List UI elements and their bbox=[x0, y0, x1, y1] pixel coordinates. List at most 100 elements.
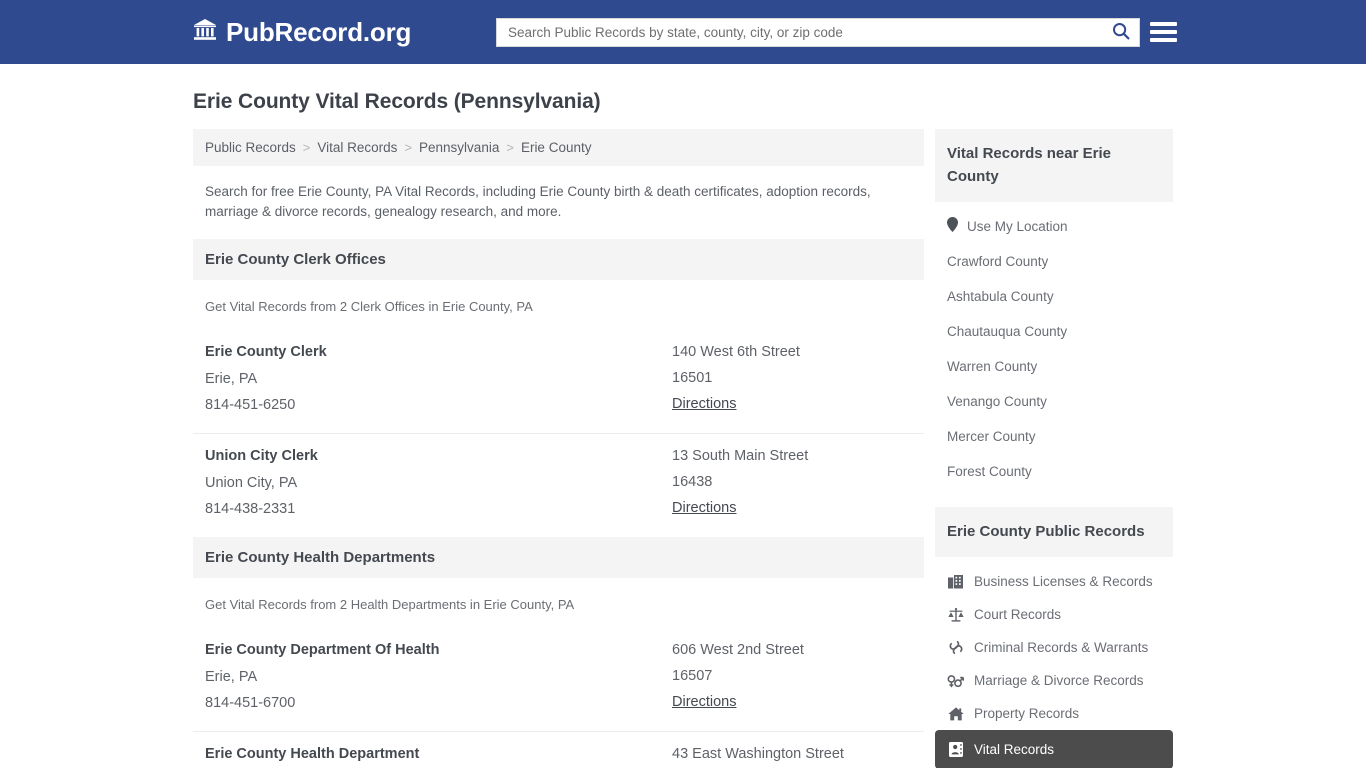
search-button[interactable] bbox=[1103, 19, 1139, 46]
directions-link[interactable]: Directions bbox=[672, 391, 736, 417]
sidebar-nearby-list: Use My Location Crawford County Ashtabul… bbox=[935, 202, 1173, 489]
sidebar-item-label: Criminal Records & Warrants bbox=[974, 640, 1149, 655]
sidebar-item-court-records[interactable]: Court Records bbox=[935, 598, 1173, 631]
sidebar-item-marriage-divorce[interactable]: Marriage & Divorce Records bbox=[935, 664, 1173, 697]
search-bar bbox=[496, 18, 1140, 47]
breadcrumb-item-vital-records[interactable]: Vital Records bbox=[317, 140, 397, 155]
breadcrumb-separator: > bbox=[506, 140, 514, 155]
sidebar-item-crawford-county[interactable]: Crawford County bbox=[935, 244, 1173, 279]
sidebar-item-label: Ashtabula County bbox=[947, 289, 1054, 304]
page-container: Erie County Vital Records (Pennsylvania)… bbox=[0, 90, 1366, 768]
briefcase-icon bbox=[947, 574, 964, 589]
sidebar-nearby-heading: Vital Records near Erie County bbox=[935, 129, 1173, 202]
entry-details: Erie County Health Department Corry, PA … bbox=[205, 741, 672, 768]
entry-name: Erie County Department Of Health bbox=[205, 642, 440, 658]
section-subtitle: Get Vital Records from 2 Health Departme… bbox=[205, 597, 575, 612]
table-row: Erie County Health Department Corry, PA … bbox=[193, 732, 924, 768]
sidebar-item-forest-county[interactable]: Forest County bbox=[935, 454, 1173, 489]
entry-street: 13 South Main Street bbox=[672, 448, 809, 464]
section-subtitle: Get Vital Records from 2 Clerk Offices i… bbox=[205, 299, 533, 314]
entry-name: Erie County Clerk bbox=[205, 344, 327, 360]
directions-link[interactable]: Directions bbox=[672, 689, 736, 715]
entry-zip: 16501 bbox=[672, 370, 713, 386]
sidebar-item-criminal-records[interactable]: Criminal Records & Warrants bbox=[935, 631, 1173, 664]
section-heading: Erie County Clerk Offices bbox=[193, 239, 924, 280]
menu-bar-1 bbox=[1150, 22, 1177, 26]
gender-symbols-icon bbox=[947, 674, 964, 688]
hamburger-menu-icon[interactable] bbox=[1150, 19, 1177, 45]
breadcrumb-separator: > bbox=[404, 140, 413, 155]
content-columns: Public Records > Vital Records > Pennsyl… bbox=[193, 129, 1173, 768]
entry-name: Union City Clerk bbox=[205, 448, 318, 464]
entry-phone: 814-451-6250 bbox=[205, 397, 296, 413]
sidebar-public-records-heading: Erie County Public Records bbox=[935, 507, 1173, 557]
sidebar-item-mercer-county[interactable]: Mercer County bbox=[935, 419, 1173, 454]
sidebar-item-warren-county[interactable]: Warren County bbox=[935, 349, 1173, 384]
sidebar-item-label: Court Records bbox=[974, 607, 1062, 622]
sidebar-item-vital-records[interactable]: Vital Records bbox=[935, 730, 1173, 768]
table-row: Erie County Department Of Health Erie, P… bbox=[193, 628, 924, 732]
sidebar-item-ashtabula-county[interactable]: Ashtabula County bbox=[935, 279, 1173, 314]
sidebar-item-label: Use My Location bbox=[967, 218, 1068, 234]
sidebar-item-label: Forest County bbox=[947, 464, 1032, 479]
sidebar-item-venango-county[interactable]: Venango County bbox=[935, 384, 1173, 419]
sidebar-item-label: Marriage & Divorce Records bbox=[974, 673, 1144, 688]
sidebar-item-label: Vital Records bbox=[974, 742, 1055, 757]
page-title: Erie County Vital Records (Pennsylvania) bbox=[193, 90, 601, 113]
sidebar-item-business-licenses[interactable]: Business Licenses & Records bbox=[935, 565, 1173, 598]
sidebar-item-label: Property Records bbox=[974, 706, 1080, 721]
entry-zip: 16438 bbox=[672, 474, 713, 490]
sidebar-item-label: Venango County bbox=[947, 394, 1047, 409]
scales-of-justice-icon bbox=[947, 607, 964, 622]
sidebar-item-use-my-location[interactable]: Use My Location bbox=[935, 208, 1173, 244]
breadcrumb-item-pennsylvania[interactable]: Pennsylvania bbox=[419, 140, 499, 155]
breadcrumb-separator: > bbox=[302, 140, 311, 155]
home-icon bbox=[947, 706, 964, 721]
id-card-icon bbox=[947, 742, 964, 757]
page-description: Search for free Erie County, PA Vital Re… bbox=[205, 184, 871, 219]
entry-street: 43 East Washington Street bbox=[672, 746, 844, 762]
entry-phone: 814-438-2331 bbox=[205, 501, 296, 517]
map-pin-icon bbox=[947, 217, 958, 235]
breadcrumb: Public Records > Vital Records > Pennsyl… bbox=[193, 129, 924, 166]
sidebar-item-chautauqua-county[interactable]: Chautauqua County bbox=[935, 314, 1173, 349]
sidebar-public-records-list: Business Licenses & Records Court Record… bbox=[935, 557, 1173, 768]
entry-city-state: Erie, PA bbox=[205, 371, 258, 387]
breadcrumb-item-public-records[interactable]: Public Records bbox=[205, 140, 296, 155]
entry-address: 13 South Main Street 16438 Directions bbox=[672, 443, 912, 522]
sidebar-item-label: Mercer County bbox=[947, 429, 1036, 444]
site-header: PubRecord.org bbox=[0, 0, 1366, 64]
brand-logo[interactable]: PubRecord.org bbox=[193, 17, 411, 48]
section-heading: Erie County Health Departments bbox=[193, 537, 924, 578]
menu-bar-3 bbox=[1150, 38, 1177, 42]
bank-icon bbox=[193, 18, 217, 46]
menu-bar-2 bbox=[1150, 30, 1177, 34]
search-input[interactable] bbox=[497, 19, 1103, 46]
search-icon bbox=[1112, 22, 1130, 43]
breadcrumb-item-erie-county: Erie County bbox=[520, 140, 592, 155]
sidebar-item-label: Crawford County bbox=[947, 254, 1049, 269]
entry-address: 140 West 6th Street 16501 Directions bbox=[672, 339, 912, 418]
section-clerk-offices: Erie County Clerk Offices Get Vital Reco… bbox=[193, 239, 924, 537]
sidebar: Vital Records near Erie County Use My Lo… bbox=[935, 129, 1173, 768]
directions-link[interactable]: Directions bbox=[672, 495, 736, 521]
sidebar-item-property-records[interactable]: Property Records bbox=[935, 697, 1173, 730]
entry-city-state: Erie, PA bbox=[205, 669, 258, 685]
entry-name: Erie County Health Department bbox=[205, 746, 420, 762]
table-row: Union City Clerk Union City, PA 814-438-… bbox=[193, 434, 924, 537]
entry-details: Union City Clerk Union City, PA 814-438-… bbox=[205, 443, 672, 522]
main-content: Public Records > Vital Records > Pennsyl… bbox=[193, 129, 924, 768]
entry-city-state: Union City, PA bbox=[205, 475, 298, 491]
entry-address: 606 West 2nd Street 16507 Directions bbox=[672, 637, 912, 716]
sidebar-item-label: Warren County bbox=[947, 359, 1038, 374]
entry-street: 606 West 2nd Street bbox=[672, 642, 804, 658]
entry-street: 140 West 6th Street bbox=[672, 344, 800, 360]
sidebar-item-label: Business Licenses & Records bbox=[974, 574, 1153, 589]
entry-zip: 16507 bbox=[672, 668, 713, 684]
table-row: Erie County Clerk Erie, PA 814-451-6250 … bbox=[193, 330, 924, 434]
chain-link-icon bbox=[947, 640, 964, 655]
section-health-departments: Erie County Health Departments Get Vital… bbox=[193, 537, 924, 768]
entry-details: Erie County Clerk Erie, PA 814-451-6250 bbox=[205, 339, 672, 418]
entry-details: Erie County Department Of Health Erie, P… bbox=[205, 637, 672, 716]
